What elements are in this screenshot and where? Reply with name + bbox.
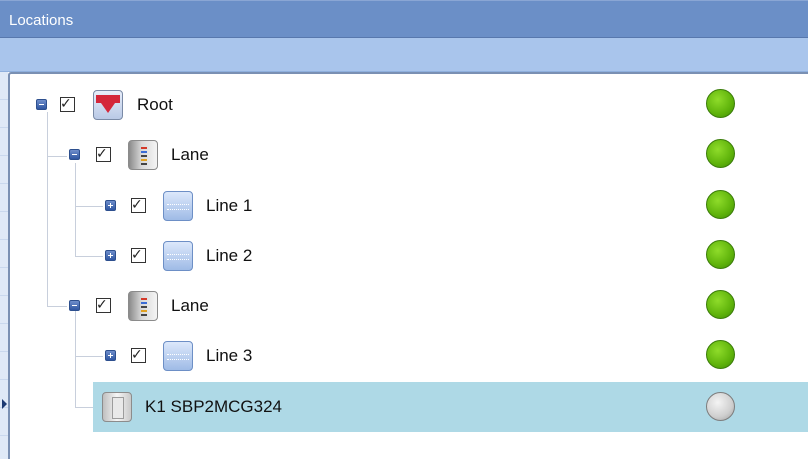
tree-node-lane[interactable]: ✓ Lane <box>0 130 808 180</box>
node-checkbox[interactable]: ✓ <box>131 347 146 363</box>
node-label: Lane <box>171 145 209 164</box>
bus-line-icon <box>163 341 193 371</box>
tree-node-lane[interactable]: ✓ Lane <box>0 281 808 331</box>
checkmark-icon: ✓ <box>131 197 143 213</box>
tree-node-root[interactable]: ✓ Root <box>0 80 808 130</box>
bus-line-icon <box>163 191 193 221</box>
checkmark-icon: ✓ <box>131 347 143 363</box>
checkmark-icon: ✓ <box>96 146 108 162</box>
lane-module-icon <box>128 291 158 321</box>
node-label: Line 1 <box>206 196 253 215</box>
checkmark-icon: ✓ <box>131 247 143 263</box>
company-logo-icon <box>93 90 123 120</box>
checkmark-icon: ✓ <box>96 297 108 313</box>
node-checkbox[interactable]: ✓ <box>96 297 111 313</box>
node-checkbox[interactable]: ✓ <box>96 146 111 162</box>
expand-icon[interactable] <box>105 250 116 261</box>
checkmark-icon: ✓ <box>60 96 72 112</box>
expand-icon[interactable] <box>105 200 116 211</box>
status-indicator-icon <box>706 240 735 269</box>
expand-icon[interactable] <box>105 350 116 361</box>
node-label: Line 3 <box>206 346 253 365</box>
current-row-pointer-icon <box>2 399 7 409</box>
panel-title: Locations <box>9 12 74 29</box>
status-indicator-icon <box>706 340 735 369</box>
node-label: Lane <box>171 296 209 315</box>
node-checkbox[interactable]: ✓ <box>131 197 146 213</box>
lane-module-icon <box>128 140 158 170</box>
node-label: Root <box>137 95 173 114</box>
node-checkbox[interactable]: ✓ <box>131 247 146 263</box>
collapse-icon[interactable] <box>69 149 80 160</box>
bus-line-icon <box>163 241 193 271</box>
collapse-icon[interactable] <box>69 300 80 311</box>
tree-node-line[interactable]: ✓ Line 3 <box>0 331 808 381</box>
node-checkbox[interactable]: ✓ <box>60 96 75 112</box>
node-label: Line 2 <box>206 246 253 265</box>
status-indicator-icon <box>706 190 735 219</box>
panel-title-bar: Locations <box>0 0 808 38</box>
toolbar <box>0 38 808 72</box>
tree-node-device[interactable]: K1 SBP2MCG324 <box>93 382 808 432</box>
status-indicator-icon <box>706 290 735 319</box>
status-indicator-icon <box>706 392 735 421</box>
device-module-icon <box>102 392 132 422</box>
node-label: K1 SBP2MCG324 <box>145 397 283 416</box>
status-indicator-icon <box>706 139 735 168</box>
status-indicator-icon <box>706 89 735 118</box>
tree-node-line[interactable]: ✓ Line 1 <box>0 181 808 231</box>
collapse-icon[interactable] <box>36 99 47 110</box>
tree-node-line[interactable]: ✓ Line 2 <box>0 231 808 281</box>
